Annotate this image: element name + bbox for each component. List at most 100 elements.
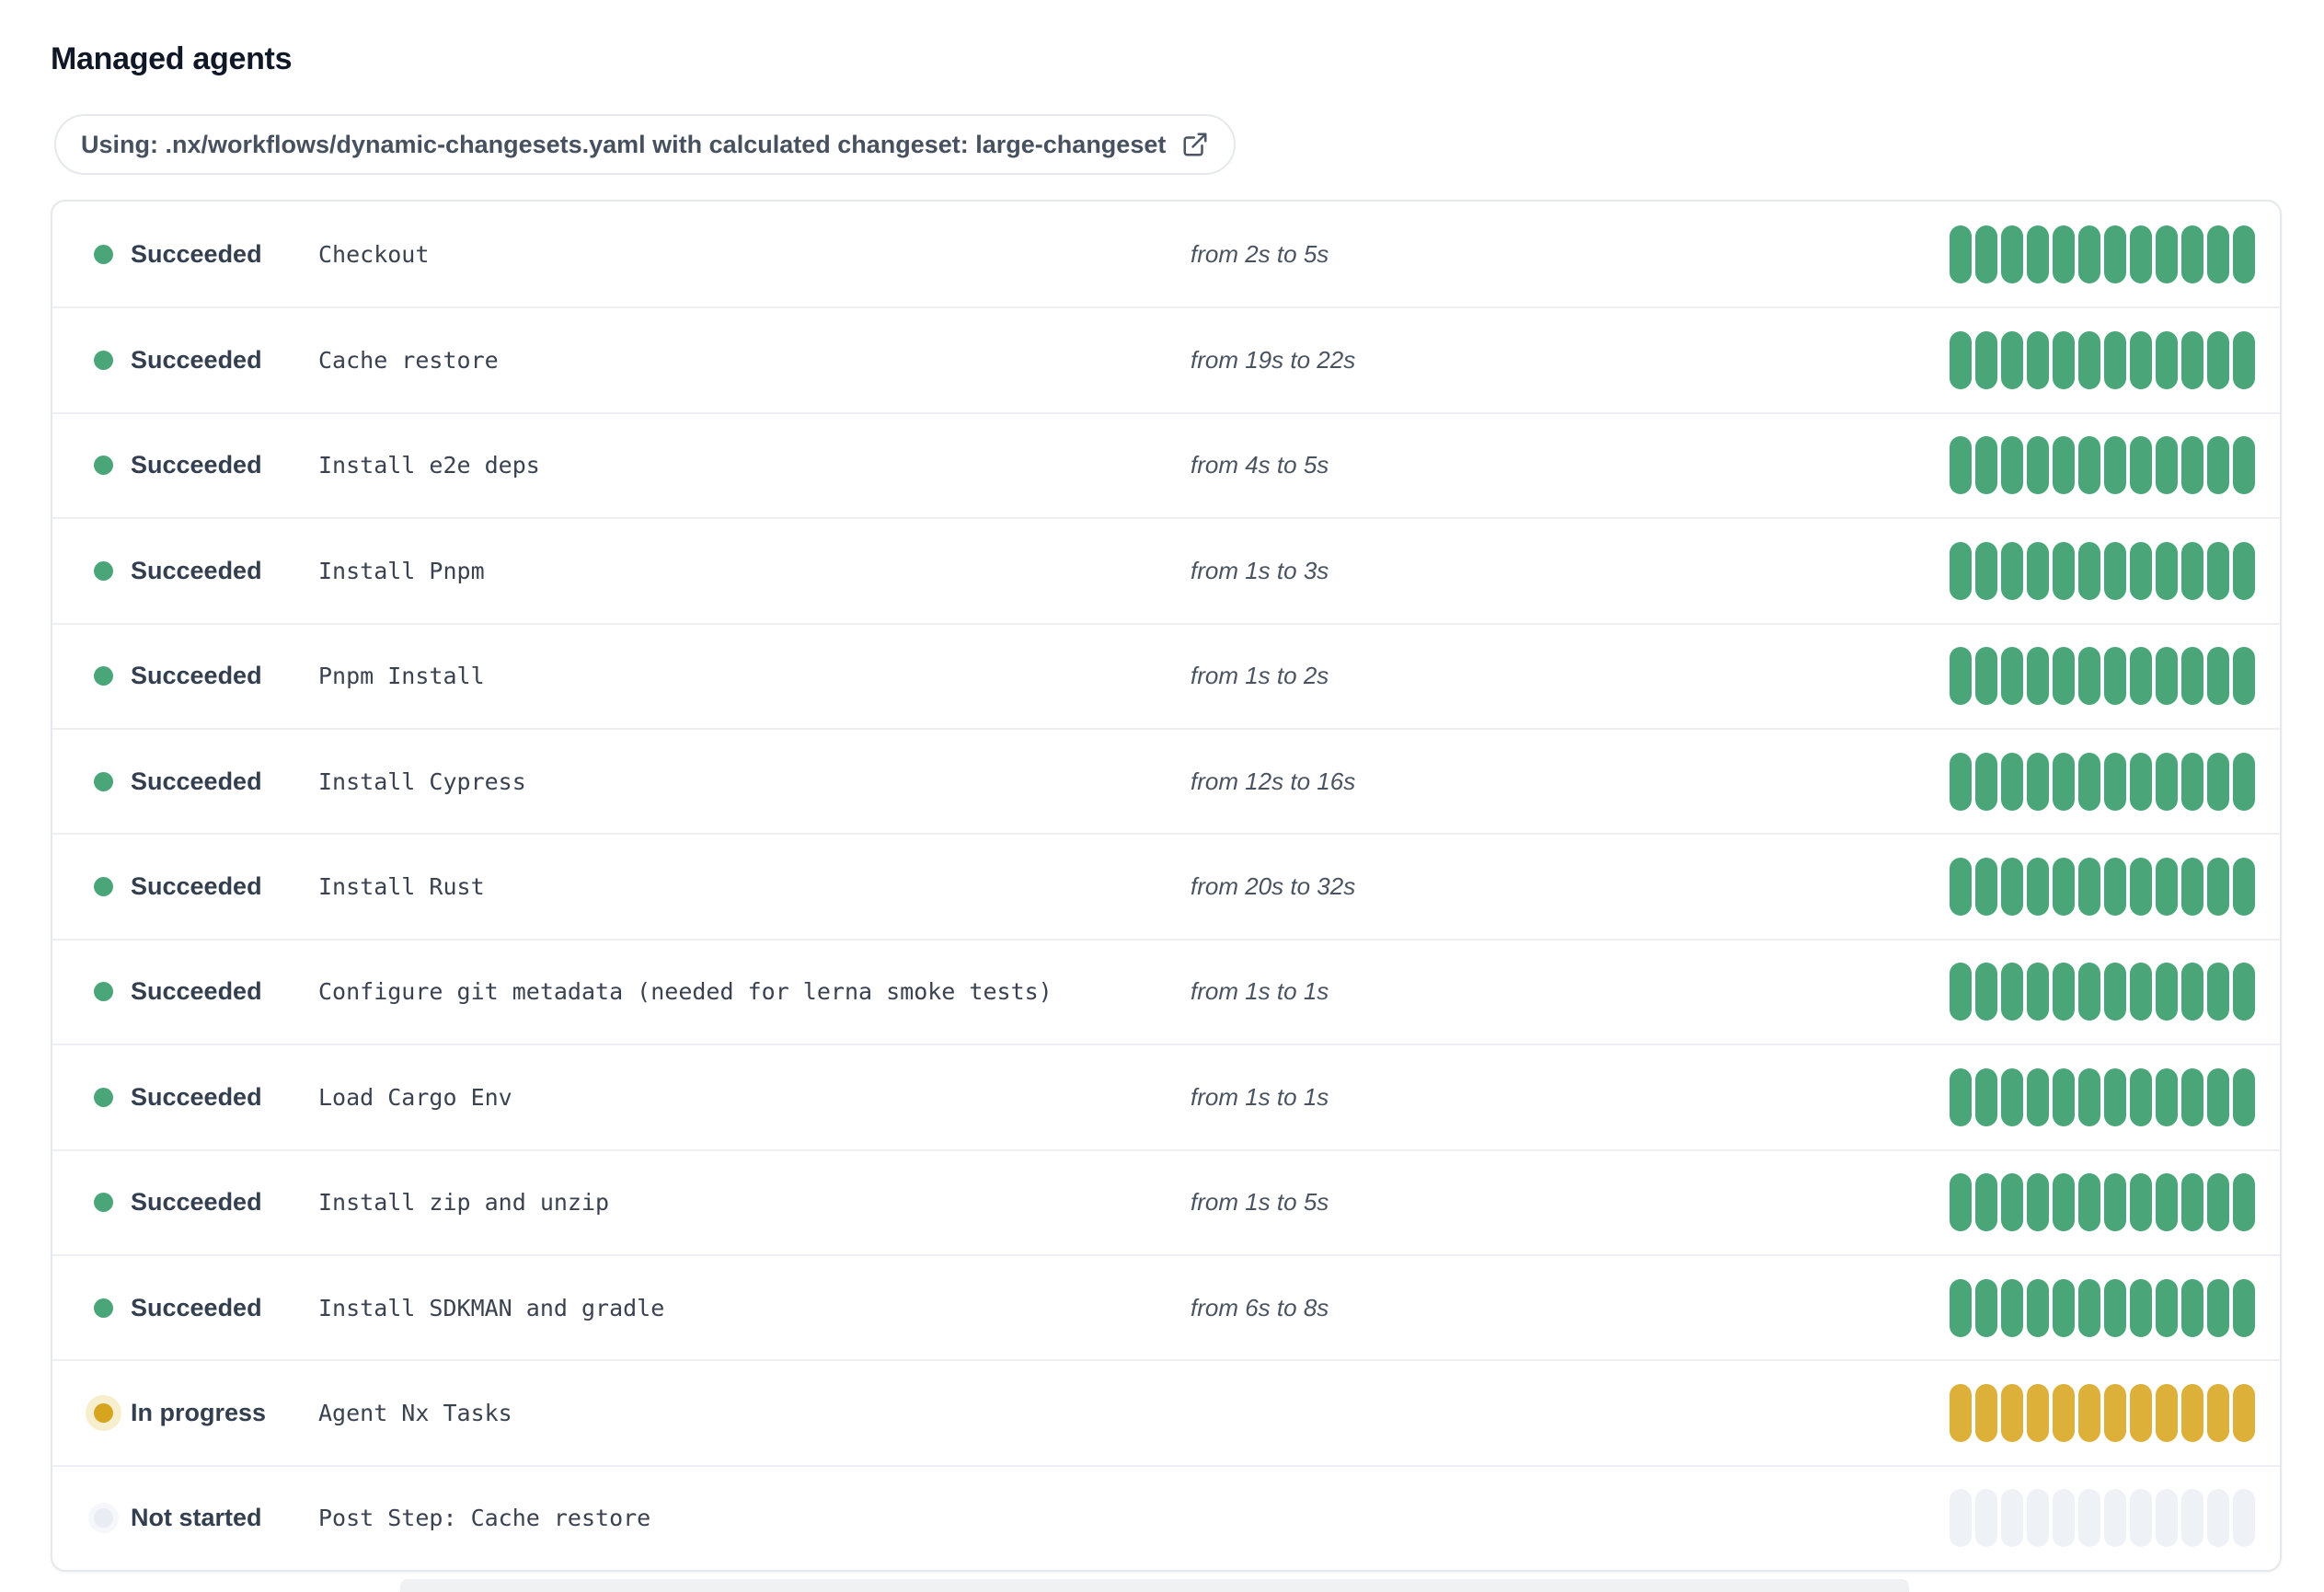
- bar-segment: [2233, 225, 2255, 283]
- bar-segment: [2104, 1383, 2126, 1442]
- bar-segment: [1950, 1383, 1972, 1442]
- bar-segment: [2104, 331, 2126, 390]
- bar-segment: [2233, 963, 2255, 1021]
- bar-segment: [2181, 331, 2203, 390]
- bar-segment: [2078, 1278, 2100, 1337]
- status-cell: Succeeded: [94, 767, 318, 796]
- bar-segment: [2207, 436, 2229, 495]
- bar-segment: [2181, 225, 2203, 283]
- status-dot: [94, 560, 113, 581]
- progress-bars: [1950, 963, 2255, 1021]
- bar-segment: [2181, 1067, 2203, 1126]
- step-duration: from 4s to 5s: [1191, 451, 1329, 479]
- bar-segment: [1950, 752, 1972, 811]
- status-cell: Succeeded: [94, 662, 318, 690]
- status-cell: Succeeded: [94, 557, 318, 585]
- bar-segment: [2053, 436, 2075, 495]
- bar-segment: [2130, 1173, 2152, 1232]
- agent-row[interactable]: Succeeded Install Rust from 20s to 32s: [52, 833, 2280, 938]
- agent-row[interactable]: Succeeded Install SDKMAN and gradle from…: [52, 1253, 2280, 1359]
- bar-segment: [2053, 1067, 2075, 1126]
- step-duration: from 19s to 22s: [1191, 346, 1356, 375]
- agent-row[interactable]: Succeeded Load Cargo Env from 1s to 1s: [52, 1044, 2280, 1148]
- status-cell: Succeeded: [94, 240, 318, 269]
- step-name: Cache restore: [318, 347, 499, 375]
- status-cell: Succeeded: [94, 872, 318, 901]
- bar-segment: [2027, 541, 2049, 600]
- bar-segment: [2078, 1383, 2100, 1442]
- progress-bars: [1950, 225, 2255, 283]
- bar-segment: [1975, 1173, 1997, 1232]
- status-cell: Succeeded: [94, 346, 318, 375]
- agent-row[interactable]: Succeeded Pnpm Install from 1s to 2s: [52, 622, 2280, 728]
- status-dot: [94, 351, 113, 371]
- bar-segment: [2207, 647, 2229, 706]
- step-name: Install Cypress: [318, 767, 526, 795]
- bar-segment: [2001, 858, 2023, 917]
- bar-segment: [2001, 1067, 2023, 1126]
- bar-segment: [2130, 858, 2152, 917]
- bar-segment: [2130, 1383, 2152, 1442]
- bar-segment: [1975, 541, 1997, 600]
- bar-segment: [1950, 1489, 1972, 1548]
- status-cell: Succeeded: [94, 451, 318, 479]
- bar-segment: [2027, 1489, 2049, 1548]
- bar-segment: [2027, 1067, 2049, 1126]
- bar-segment: [2053, 1383, 2075, 1442]
- agent-row[interactable]: Succeeded Configure git metadata (needed…: [52, 938, 2280, 1044]
- bar-segment: [1950, 963, 1972, 1021]
- status-label: Succeeded: [131, 1188, 262, 1217]
- agent-row[interactable]: Succeeded Install Cypress from 12s to 16…: [52, 727, 2280, 833]
- progress-bars: [1950, 436, 2255, 495]
- bar-segment: [2104, 858, 2126, 917]
- bar-segment: [2104, 1489, 2126, 1548]
- bar-segment: [2207, 1173, 2229, 1232]
- agent-row[interactable]: Succeeded Install zip and unzip from 1s …: [52, 1148, 2280, 1254]
- bar-segment: [2027, 1278, 2049, 1337]
- bar-segment: [1975, 647, 1997, 706]
- bar-segment: [2078, 436, 2100, 495]
- workflow-banner[interactable]: Using: .nx/workflows/dynamic-changesets.…: [54, 114, 1237, 175]
- step-name: Install Rust: [318, 873, 485, 901]
- bar-segment: [1975, 225, 1997, 283]
- bar-segment: [2181, 963, 2203, 1021]
- bar-segment: [2207, 1067, 2229, 1126]
- step-name: Install zip and unzip: [318, 1189, 610, 1217]
- bar-segment: [1950, 1173, 1972, 1232]
- bar-segment: [2001, 963, 2023, 1021]
- status-label: Succeeded: [131, 872, 262, 901]
- bar-segment: [2104, 1173, 2126, 1232]
- bar-segment: [2078, 541, 2100, 600]
- bar-segment: [1950, 331, 1972, 390]
- status-dot: [94, 1298, 113, 1318]
- bar-segment: [2027, 647, 2049, 706]
- agent-row[interactable]: Succeeded Install Pnpm from 1s to 3s: [52, 517, 2280, 622]
- status-dot: [94, 771, 113, 791]
- bar-segment: [1950, 541, 1972, 600]
- bar-segment: [2207, 331, 2229, 390]
- step-name: Install SDKMAN and gradle: [318, 1294, 665, 1321]
- bar-segment: [2181, 436, 2203, 495]
- status-dot: [94, 244, 113, 264]
- agents-list: Succeeded Checkout from 2s to 5s Succeed…: [51, 200, 2282, 1573]
- agent-row[interactable]: Succeeded Install e2e deps from 4s to 5s: [52, 411, 2280, 517]
- agent-row[interactable]: Succeeded Cache restore from 19s to 22s: [52, 306, 2280, 411]
- status-dot: [94, 666, 113, 686]
- bar-segment: [2001, 1278, 2023, 1337]
- bar-segment: [2130, 541, 2152, 600]
- step-name: Install e2e deps: [318, 452, 540, 479]
- bar-segment: [2233, 752, 2255, 811]
- bar-segment: [2156, 1383, 2178, 1442]
- bar-segment: [2130, 963, 2152, 1021]
- bar-segment: [2130, 1067, 2152, 1126]
- agent-row[interactable]: Not started Post Step: Cache restore: [52, 1464, 2280, 1570]
- agent-row[interactable]: Succeeded Checkout from 2s to 5s: [52, 202, 2280, 306]
- external-link-icon[interactable]: [1181, 131, 1209, 158]
- agent-row[interactable]: In progress Agent Nx Tasks: [52, 1359, 2280, 1464]
- status-dot: [94, 1402, 113, 1423]
- bar-segment: [2078, 1489, 2100, 1548]
- bar-segment: [1975, 1489, 1997, 1548]
- bar-segment: [2078, 647, 2100, 706]
- bar-segment: [1975, 1278, 1997, 1337]
- status-label: Succeeded: [131, 662, 262, 690]
